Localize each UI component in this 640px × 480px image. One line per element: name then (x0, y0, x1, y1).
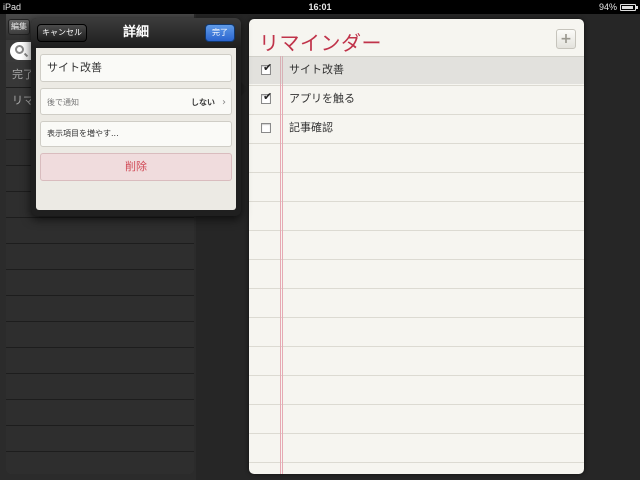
sidebar-item[interactable] (6, 270, 194, 296)
reminder-notepad: リマインダー + ✔ サイト改善 ✔ アプリを触る 記事確認 (249, 19, 584, 474)
reminder-title-field[interactable]: サイト改善 (40, 54, 232, 82)
chevron-right-icon: › (222, 97, 226, 108)
done-button[interactable]: 完了 (205, 24, 235, 42)
popover-body: サイト改善 後で通知 しない › 表示項目を増やす... 削除 (36, 48, 236, 210)
remind-later-value: しない (191, 98, 215, 107)
reminder-checkbox[interactable]: ✔ (261, 61, 273, 75)
search-icon (15, 45, 24, 54)
reminder-row[interactable]: ✔ サイト改善 (249, 56, 584, 84)
add-reminder-button[interactable]: + (556, 29, 576, 49)
sidebar-item[interactable] (6, 348, 194, 374)
reminder-text: サイト改善 (289, 63, 344, 76)
remind-later-label: 後で通知 (47, 98, 79, 107)
sidebar-item[interactable] (6, 322, 194, 348)
reminder-row[interactable]: 記事確認 (249, 114, 584, 142)
reminder-row[interactable]: ✔ アプリを触る (249, 85, 584, 113)
checkmark-icon: ✔ (263, 90, 273, 103)
status-bar: iPad 16:01 94% (0, 0, 640, 14)
reminder-checkbox[interactable] (261, 123, 271, 133)
sidebar-item[interactable] (6, 296, 194, 322)
sidebar-item[interactable] (6, 452, 194, 474)
reminder-text: 記事確認 (289, 121, 333, 134)
reminder-checkbox[interactable]: ✔ (261, 90, 273, 104)
reminder-text: アプリを触る (289, 92, 355, 105)
cancel-button[interactable]: キャンセル (37, 24, 87, 42)
page-title: リマインダー (259, 31, 382, 55)
battery-icon (620, 3, 638, 11)
remind-later-row[interactable]: 後で通知 しない › (40, 88, 232, 115)
checkmark-icon: ✔ (263, 61, 273, 74)
details-popover: 詳細 キャンセル 完了 サイト改善 後で通知 しない › 表示項目を増やす...… (31, 18, 241, 216)
clock: 16:01 (308, 2, 332, 12)
sidebar-item[interactable] (6, 374, 194, 400)
battery-percent: 94% (598, 2, 617, 12)
sidebar-item[interactable] (6, 400, 194, 426)
sidebar-item[interactable] (6, 218, 194, 244)
sidebar-item[interactable] (6, 244, 194, 270)
show-more-row[interactable]: 表示項目を増やす... (40, 121, 232, 147)
sidebar-item[interactable] (6, 426, 194, 452)
edit-button[interactable]: 編集 (8, 19, 30, 35)
battery-indicator: 94% (598, 0, 638, 14)
popover-header: 詳細 キャンセル 完了 (31, 18, 241, 48)
delete-button[interactable]: 削除 (40, 153, 232, 181)
